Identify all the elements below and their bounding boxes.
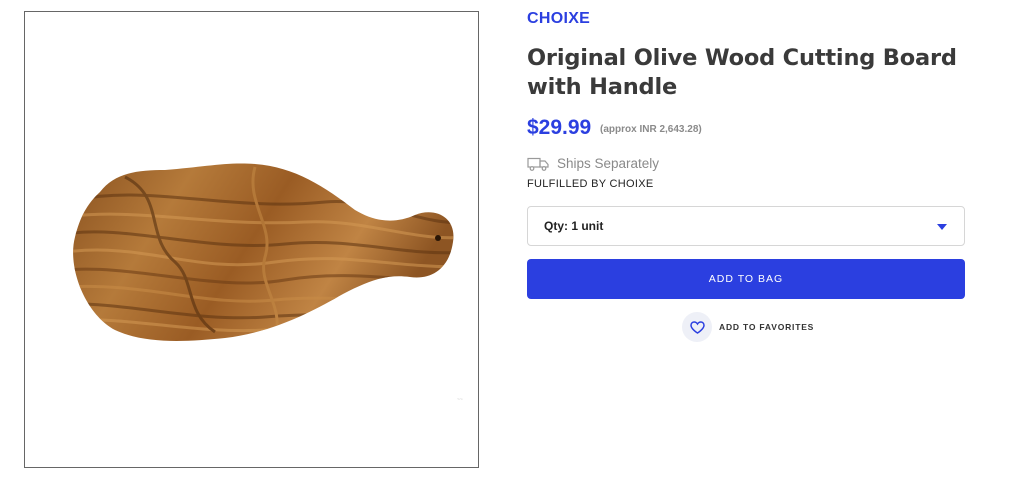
- fulfilled-by: FULFILLED BY CHOIXE: [527, 178, 654, 190]
- product-image-frame[interactable]: ~~: [24, 11, 479, 468]
- add-to-bag-button[interactable]: ADD TO BAG: [527, 259, 965, 299]
- brand-link[interactable]: CHOIXE: [527, 10, 590, 28]
- watermark-mark: ~~: [457, 397, 463, 403]
- product-title: Original Olive Wood Cutting Board with H…: [527, 45, 957, 100]
- add-to-favorites-button[interactable]: ADD TO FAVORITES: [682, 312, 814, 342]
- product-price: $29.99: [527, 116, 592, 139]
- quantity-select[interactable]: Qty: 1 unit: [527, 206, 965, 246]
- quantity-value: Qty: 1 unit: [544, 219, 604, 233]
- shipping-text: Ships Separately: [557, 156, 660, 171]
- cutting-board-image: [73, 163, 454, 341]
- truck-icon: [527, 157, 549, 171]
- add-to-favorites-label: ADD TO FAVORITES: [719, 322, 815, 332]
- heart-icon[interactable]: [682, 312, 712, 342]
- chevron-down-icon: [937, 224, 947, 230]
- shipping-info: Ships Separately: [527, 156, 659, 171]
- approx-price: (approx INR 2,643.28): [600, 124, 702, 135]
